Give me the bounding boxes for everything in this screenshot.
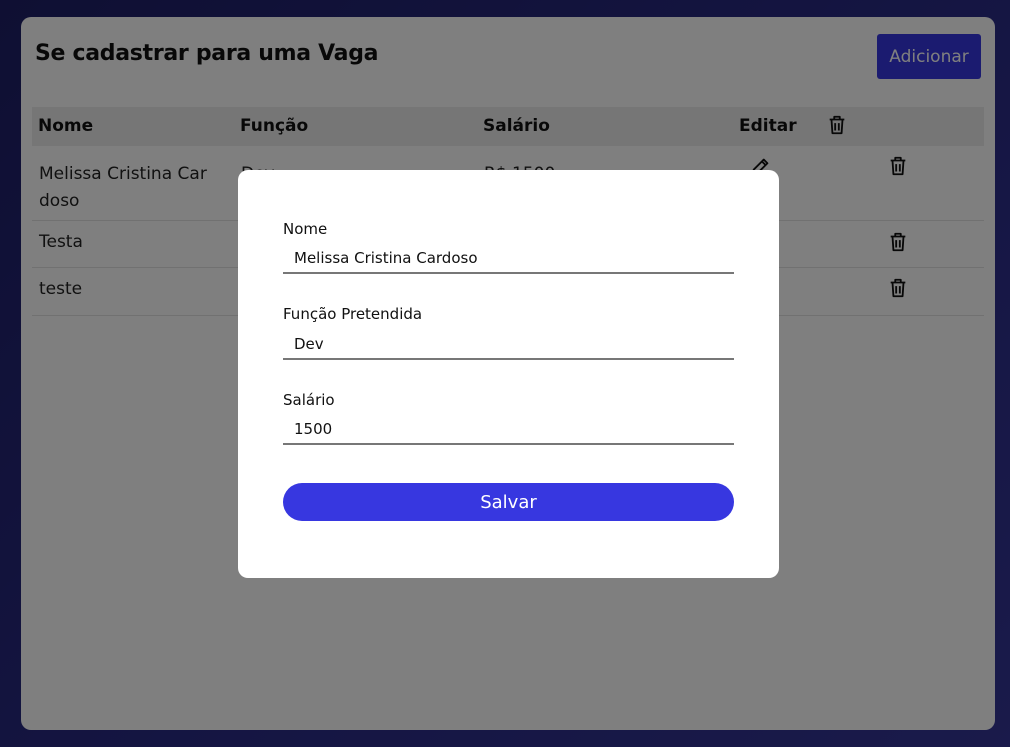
edit-modal: Nome Função Pretendida Salário Salvar [238,170,779,578]
nome-input[interactable] [283,244,734,274]
nome-label: Nome [283,220,328,238]
funcao-input[interactable] [283,330,734,360]
funcao-label: Função Pretendida [283,305,423,323]
salario-input[interactable] [283,415,734,445]
salario-label: Salário [283,391,335,409]
save-button[interactable]: Salvar [283,483,734,521]
